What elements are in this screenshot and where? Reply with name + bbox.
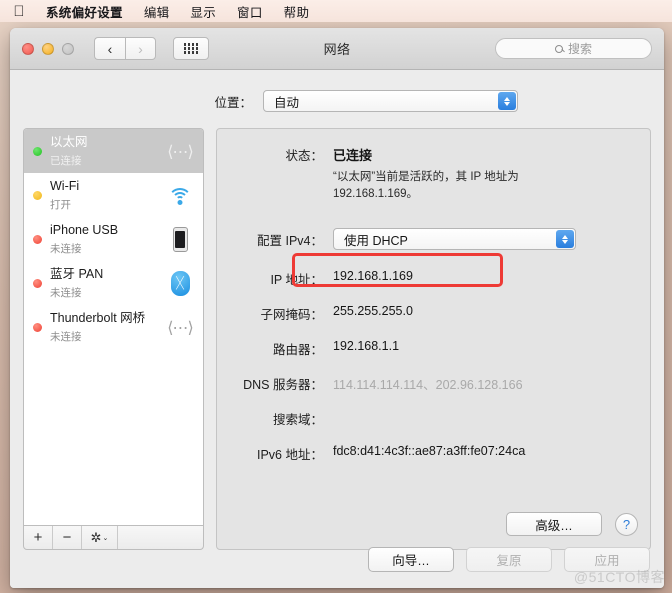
- status-dot-icon: [33, 146, 42, 156]
- ip-address-row: IP 地址： 192.168.1.169: [217, 269, 650, 288]
- search-domains-label: 搜索域：: [272, 413, 323, 427]
- dns-servers-row: DNS 服务器： 114.114.114.114、202.96.128.166: [217, 374, 650, 393]
- sidebar-item-label: 蓝牙 PAN: [50, 267, 104, 281]
- sidebar-item-status: 已连接: [50, 155, 82, 167]
- status-label: 状态：: [285, 149, 323, 163]
- router-value: 192.168.1.1: [333, 339, 400, 353]
- assistant-button[interactable]: 向导…: [368, 547, 454, 572]
- services-toolbar: + − ✲ ⌄: [23, 525, 204, 550]
- add-service-button[interactable]: +: [24, 526, 53, 549]
- sidebar-item-thunderbolt-bridge[interactable]: Thunderbolt 网桥 未连接 ⟨⋯⟩: [24, 305, 203, 349]
- location-label: 位置：: [214, 95, 252, 110]
- show-all-grid-button[interactable]: [173, 37, 209, 60]
- search-icon: [554, 44, 563, 53]
- ipv6-address-row: IPv6 地址： fdc8:d41:4c3f::ae87:a3ff:fe07:2…: [217, 444, 650, 463]
- menu-item-edit[interactable]: 编辑: [144, 2, 170, 21]
- status-dot-icon: [33, 190, 42, 200]
- sidebar-item-wifi[interactable]: Wi-Fi 打开: [24, 173, 203, 217]
- sidebar-item-label: Wi-Fi: [50, 179, 80, 193]
- help-button[interactable]: ?: [615, 513, 638, 536]
- chevron-updown-icon: [556, 230, 574, 248]
- wifi-icon: [165, 180, 195, 210]
- ipv6-address-value: fdc8:d41:4c3f::ae87:a3ff:fe07:24ca: [333, 444, 526, 458]
- apple-logo-icon[interactable]: : [12, 3, 26, 19]
- close-button[interactable]: [22, 42, 34, 55]
- service-actions-button[interactable]: ✲ ⌄: [82, 526, 118, 549]
- configure-ipv4-dropdown[interactable]: 使用 DHCP: [333, 228, 576, 250]
- router-row: 路由器： 192.168.1.1: [217, 339, 650, 358]
- sidebar-item-status: 未连接: [50, 287, 82, 299]
- search-domains-row: 搜索域：: [217, 409, 650, 428]
- dns-servers-value: 114.114.114.114、202.96.128.166: [333, 378, 523, 392]
- forward-button: ›: [125, 37, 156, 60]
- sidebar-item-label: iPhone USB: [50, 223, 119, 237]
- network-services-list[interactable]: 以太网 已连接 ⟨⋯⟩ Wi-Fi 打开 iPhone USB 未连接 蓝牙 P…: [23, 128, 204, 525]
- chevron-down-icon: ⌄: [102, 534, 109, 542]
- status-dot-icon: [33, 234, 42, 244]
- location-row: 位置： 自动: [10, 70, 664, 112]
- navigation-buttons: ‹ ›: [94, 37, 156, 60]
- bridge-icon: ⟨⋯⟩: [167, 317, 194, 337]
- configure-ipv4-value: 使用 DHCP: [344, 233, 408, 248]
- sidebar-item-iphone-usb[interactable]: iPhone USB 未连接: [24, 217, 203, 261]
- minimize-button[interactable]: [42, 42, 54, 55]
- bridge-icon: ⟨⋯⟩: [167, 141, 194, 161]
- search-placeholder: 搜索: [567, 42, 592, 56]
- subnet-mask-row: 子网掩码： 255.255.255.0: [217, 304, 650, 323]
- sidebar-item-label: 以太网: [50, 135, 88, 149]
- menu-item-window[interactable]: 窗口: [237, 2, 263, 21]
- search-input[interactable]: 搜索: [495, 38, 652, 59]
- status-dot-icon: [33, 322, 42, 332]
- network-preferences-window: ‹ › 网络 搜索 位置： 自动 以太网 已连接 ⟨⋯⟩ Wi-Fi 打开 iP…: [10, 28, 664, 588]
- window-footer-buttons: 向导… 复原 应用: [368, 547, 650, 572]
- router-label: 路由器：: [272, 343, 323, 357]
- traffic-lights: [22, 42, 74, 55]
- location-selected-value: 自动: [274, 95, 300, 110]
- window-titlebar: ‹ › 网络 搜索: [10, 28, 664, 70]
- sidebar-item-status: 未连接: [50, 243, 82, 255]
- ip-address-label: IP 地址：: [270, 273, 323, 287]
- advanced-button[interactable]: 高级…: [506, 512, 602, 536]
- bluetooth-icon: ᚷ: [165, 268, 195, 298]
- menu-item-help[interactable]: 帮助: [284, 2, 310, 21]
- sidebar-item-status: 未连接: [50, 331, 82, 343]
- dns-servers-label: DNS 服务器：: [243, 378, 323, 392]
- menu-bar:  系统偏好设置 编辑 显示 窗口 帮助: [0, 0, 672, 22]
- sidebar-item-label: Thunderbolt 网桥: [50, 311, 146, 325]
- sidebar-item-ethernet[interactable]: 以太网 已连接 ⟨⋯⟩: [24, 129, 203, 173]
- status-value: 已连接: [333, 148, 373, 163]
- sidebar-item-status: 打开: [50, 199, 71, 211]
- menu-item-system-preferences[interactable]: 系统偏好设置: [46, 2, 123, 21]
- ipv6-address-label: IPv6 地址：: [257, 448, 323, 462]
- configure-ipv4-row: 配置 IPv4： 使用 DHCP: [217, 228, 650, 250]
- grid-icon: [183, 43, 199, 54]
- back-button[interactable]: ‹: [94, 37, 125, 60]
- status-row: 状态： 已连接 “以太网”当前是活跃的，其 IP 地址为 192.168.1.1…: [217, 129, 650, 203]
- zoom-button: [62, 42, 74, 55]
- chevron-updown-icon: [498, 92, 516, 110]
- iphone-icon: [165, 224, 195, 254]
- configure-ipv4-label: 配置 IPv4：: [257, 233, 323, 248]
- window-body: 位置： 自动 以太网 已连接 ⟨⋯⟩ Wi-Fi 打开 iPhone USB 未…: [10, 70, 664, 588]
- gear-icon: ✲: [90, 529, 102, 545]
- status-dot-icon: [33, 278, 42, 288]
- status-description: “以太网”当前是活跃的，其 IP 地址为 192.168.1.169。: [333, 171, 519, 200]
- location-dropdown[interactable]: 自动: [263, 90, 518, 112]
- apply-button: 应用: [564, 547, 650, 572]
- menu-item-view[interactable]: 显示: [190, 2, 216, 21]
- ip-address-value: 192.168.1.169: [333, 269, 413, 283]
- subnet-mask-value: 255.255.255.0: [333, 304, 413, 318]
- service-detail-panel: 状态： 已连接 “以太网”当前是活跃的，其 IP 地址为 192.168.1.1…: [216, 128, 651, 550]
- sidebar-item-bluetooth-pan[interactable]: 蓝牙 PAN 未连接 ᚷ: [24, 261, 203, 305]
- remove-service-button[interactable]: −: [53, 526, 82, 549]
- revert-button: 复原: [466, 547, 552, 572]
- subnet-mask-label: 子网掩码：: [260, 308, 323, 322]
